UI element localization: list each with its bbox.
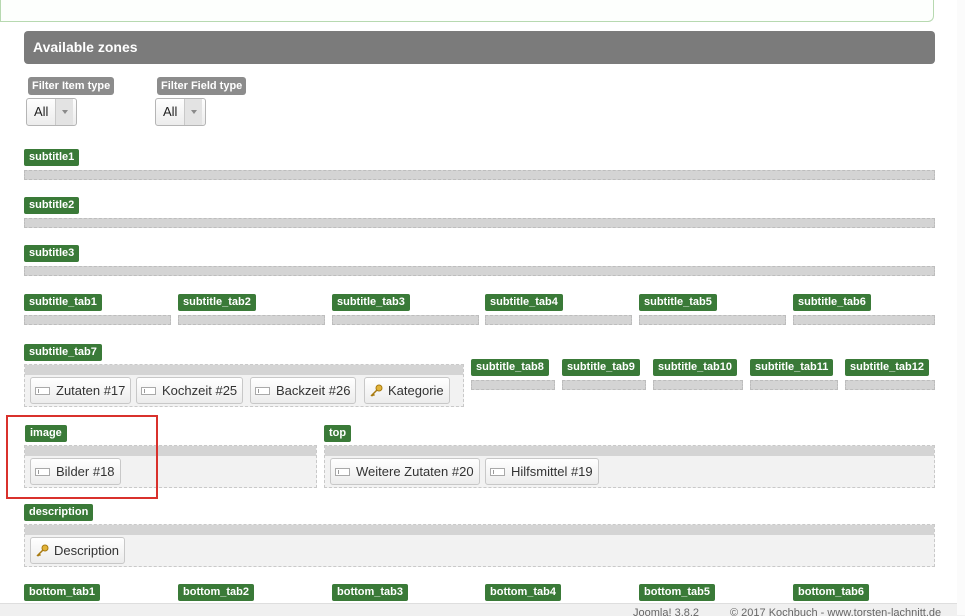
field-icon — [35, 386, 50, 395]
zone-dropzone-subtitle3[interactable] — [24, 266, 935, 276]
chevron-down-icon — [55, 99, 74, 125]
field-item-kategorie[interactable]: Kategorie — [364, 377, 450, 404]
chevron-down-icon — [184, 99, 203, 125]
zone-dropzone-subtitle-tab7[interactable]: Zutaten #17 Kochzeit #25 Backzeit #26 Ka… — [24, 364, 464, 407]
field-icon — [255, 386, 270, 395]
highlight-annotation — [6, 415, 158, 499]
zone-dropzone-subtitle-tab2[interactable] — [178, 315, 325, 325]
zone-label-subtitle-tab7: subtitle_tab7 — [24, 344, 102, 361]
zone-dropzone-subtitle-tab8[interactable] — [471, 380, 555, 390]
zone-dropzone-subtitle2[interactable] — [24, 218, 935, 228]
zone-label-subtitle-tab8: subtitle_tab8 — [471, 359, 549, 376]
zone-dropzone-subtitle-tab4[interactable] — [485, 315, 632, 325]
field-item-hilfsmittel[interactable]: Hilfsmittel #19 — [485, 458, 599, 485]
zone-label-subtitle-tab5: subtitle_tab5 — [639, 294, 717, 311]
field-item-label: Hilfsmittel #19 — [511, 464, 593, 479]
zone-label-subtitle-tab12: subtitle_tab12 — [845, 359, 929, 376]
field-item-label: Description — [54, 543, 120, 558]
zone-label-subtitle-tab3: subtitle_tab3 — [332, 294, 410, 311]
page-scrollbar[interactable] — [957, 0, 965, 615]
zone-label-subtitle2: subtitle2 — [24, 197, 80, 214]
previous-panel — [0, 0, 934, 22]
zone-label-top: top — [324, 425, 352, 442]
field-item-weitere-zutaten[interactable]: Weitere Zutaten #20 — [330, 458, 480, 485]
zone-dropzone-subtitle-tab11[interactable] — [750, 380, 838, 390]
zone-label-subtitle3: subtitle3 — [24, 245, 80, 262]
page-title: Available zones — [33, 39, 138, 55]
available-zones-header: Available zones — [24, 31, 935, 64]
zone-label-description: description — [24, 504, 94, 521]
zone-label-bottom-tab6: bottom_tab6 — [793, 584, 869, 601]
zone-label-bottom-tab4: bottom_tab4 — [485, 584, 561, 601]
zone-dropzone-subtitle-tab10[interactable] — [653, 380, 743, 390]
zone-dropzone-subtitle-tab5[interactable] — [639, 315, 786, 325]
zone-dropzone-subtitle-tab1[interactable] — [24, 315, 171, 325]
field-icon — [490, 467, 505, 476]
zone-dropzone-subtitle1[interactable] — [24, 170, 935, 180]
zone-label-subtitle-tab1: subtitle_tab1 — [24, 294, 102, 311]
zone-label-subtitle-tab10: subtitle_tab10 — [653, 359, 737, 376]
zone-label-bottom-tab2: bottom_tab2 — [178, 584, 254, 601]
field-item-kochzeit[interactable]: Kochzeit #25 — [136, 377, 244, 404]
filter-field-type-value: All — [163, 104, 178, 119]
zone-dropzone-subtitle-tab9[interactable] — [562, 380, 646, 390]
zone-label-subtitle-tab4: subtitle_tab4 — [485, 294, 563, 311]
field-item-label: Zutaten #17 — [56, 383, 126, 398]
filter-field-type-label: Filter Field type — [157, 77, 247, 95]
zone-label-bottom-tab3: bottom_tab3 — [332, 584, 408, 601]
field-item-description[interactable]: Description — [30, 537, 126, 564]
zone-label-subtitle1: subtitle1 — [24, 149, 80, 166]
zone-label-bottom-tab5: bottom_tab5 — [639, 584, 715, 601]
zone-label-subtitle-tab9: subtitle_tab9 — [562, 359, 640, 376]
field-item-label: Kategorie — [388, 383, 444, 398]
key-icon — [36, 544, 49, 557]
filter-field-type-select[interactable]: All — [155, 98, 206, 126]
field-item-backzeit[interactable]: Backzeit #26 — [250, 377, 357, 404]
zone-dropzone-subtitle-tab3[interactable] — [332, 315, 479, 325]
zone-label-bottom-tab1: bottom_tab1 — [24, 584, 100, 601]
zone-label-subtitle-tab6: subtitle_tab6 — [793, 294, 871, 311]
zone-dropzone-subtitle-tab12[interactable] — [845, 380, 935, 390]
filter-item-type-select[interactable]: All — [26, 98, 77, 126]
filter-item-type-label: Filter Item type — [28, 77, 115, 95]
field-item-label: Kochzeit #25 — [162, 383, 238, 398]
field-icon — [335, 467, 350, 476]
field-item-label: Weitere Zutaten #20 — [356, 464, 474, 479]
zone-label-subtitle-tab11: subtitle_tab11 — [750, 359, 834, 376]
field-icon — [141, 386, 156, 395]
field-item-zutaten[interactable]: Zutaten #17 — [30, 377, 132, 404]
zone-label-subtitle-tab2: subtitle_tab2 — [178, 294, 256, 311]
status-footer: Joomla! 3.8.2 © 2017 Kochbuch - www.tors… — [0, 603, 965, 616]
zone-dropzone-description[interactable]: Description — [24, 524, 935, 567]
zone-dropzone-subtitle-tab6[interactable] — [793, 315, 935, 325]
key-icon — [370, 384, 383, 397]
zone-dropzone-top[interactable]: Weitere Zutaten #20 Hilfsmittel #19 — [324, 445, 935, 488]
field-item-label: Backzeit #26 — [276, 383, 351, 398]
filter-item-type-value: All — [34, 104, 49, 119]
